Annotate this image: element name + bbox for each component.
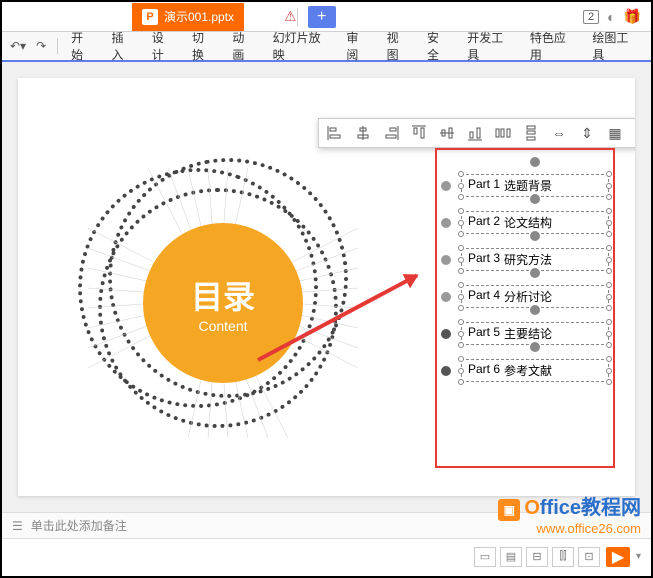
tab-design[interactable]: 设计 [144,25,182,67]
filename-label: 演示001.pptx [164,8,234,25]
tab-animation[interactable]: 动画 [224,25,262,67]
tab-developer[interactable]: 开发工具 [459,25,520,67]
play-dropdown-icon[interactable]: ▾ [636,551,641,562]
status-bar: ▭ ▤ ⊟ ⫿⫿ ⊡ ▶ ▾ [2,538,651,574]
notes-view-icon[interactable]: ⊟ [526,547,548,567]
undo-dropdown-icon[interactable]: ↶▾ [8,35,28,57]
distribute-v-icon[interactable] [521,123,541,143]
toc-row: Part 5 主要结论 [441,322,609,345]
toc-row: Part 1 选题背景 [441,174,609,197]
toc-row: Part 4 分析讨论 [441,285,609,308]
bullet-icon [441,255,451,265]
bullet-icon [441,329,451,339]
align-bottom-icon[interactable] [465,123,485,143]
bullet-icon [441,181,451,191]
sorter-view-icon[interactable]: ▤ [500,547,522,567]
slide-canvas[interactable]: 目录 Content ⇔ ⇕ ▦ ⋯ P [2,62,651,512]
equal-height-icon[interactable]: ⇕ [577,123,597,143]
part-label: Part 3 [468,251,500,268]
titlebar-right: 2 ◐ 🎁 [583,8,651,25]
bullet-icon [441,366,451,376]
watermark-badge-icon: ▣ [498,499,520,521]
rotate-handle[interactable] [530,342,540,352]
toc-textbox-6[interactable]: Part 6 参考文献 [461,359,609,382]
alignment-toolbar: ⇔ ⇕ ▦ ⋯ [318,118,635,148]
tab-view[interactable]: 视图 [379,25,417,67]
bullet-icon [441,218,451,228]
tab-security[interactable]: 安全 [419,25,457,67]
part-text: 选题背景 [504,177,552,194]
toc-row: Part 3 研究方法 [441,248,609,271]
gift-icon[interactable]: 🎁 [624,8,641,25]
tab-special[interactable]: 特色应用 [522,25,583,67]
align-middle-v-icon[interactable] [437,123,457,143]
rotate-handle[interactable] [530,194,540,204]
skin-icon[interactable]: ◐ [607,9,615,25]
rotate-handle[interactable] [530,231,540,241]
watermark-url: www.office26.com [498,521,641,536]
divider [297,8,298,26]
rotate-handle[interactable] [530,268,540,278]
separator [57,38,58,54]
align-top-icon[interactable] [409,123,429,143]
part-label: Part 5 [468,325,500,342]
snap-grid-icon[interactable]: ▦ [605,123,625,143]
part-label: Part 1 [468,177,500,194]
redo-icon[interactable]: ↷ [34,35,48,57]
watermark-brand: ▣Office教程网 [498,491,641,521]
tab-slideshow[interactable]: 幻灯片放映 [265,25,337,67]
distribute-h-icon[interactable] [493,123,513,143]
toc-row: Part 2 论文结构 [441,211,609,234]
watermark: ▣Office教程网 www.office26.com [498,491,641,536]
outline-view-icon[interactable]: ⊡ [578,547,600,567]
reading-view-icon[interactable]: ⫿⫿ [552,547,574,567]
part-text: 主要结论 [504,325,552,342]
tab-review[interactable]: 审阅 [338,25,376,67]
view-mode-group: ▭ ▤ ⊟ ⫿⫿ ⊡ [474,547,600,567]
notes-placeholder: 单击此处添加备注 [31,517,127,534]
tab-drawing-tools[interactable]: 绘图工具 [584,25,645,67]
part-label: Part 4 [468,288,500,305]
tab-insert[interactable]: 插入 [103,25,141,67]
part-text: 参考文献 [504,362,552,379]
tab-transition[interactable]: 切换 [184,25,222,67]
align-left-icon[interactable] [325,123,345,143]
normal-view-icon[interactable]: ▭ [474,547,496,567]
slideshow-play-button[interactable]: ▶ [606,547,630,567]
window-count-badge[interactable]: 2 [583,10,599,24]
more-align-icon[interactable]: ⋯ [633,123,635,143]
quick-access: ↶▾ ↷ [8,35,61,57]
equal-width-icon[interactable]: ⇔ [549,123,569,143]
ribbon-tabs: ↶▾ ↷ 开始 插入 设计 切换 动画 幻灯片放映 审阅 视图 安全 开发工具 … [2,32,651,62]
decorative-circle-graphic[interactable]: 目录 Content [78,158,368,448]
part-text: 论文结构 [504,214,552,231]
part-text: 分析讨论 [504,288,552,305]
slide-title: 目录 [191,272,255,318]
powerpoint-icon: P [142,9,158,25]
align-center-h-icon[interactable] [353,123,373,143]
part-text: 研究方法 [504,251,552,268]
align-right-icon[interactable] [381,123,401,143]
slide[interactable]: 目录 Content ⇔ ⇕ ▦ ⋯ P [18,78,635,496]
selection-highlight-box: Part 1 选题背景 Part 2 论文结构 Part 3 [435,148,615,468]
part-label: Part 2 [468,214,500,231]
part-label: Part 6 [468,362,500,379]
warning-icon[interactable]: ⚠ [284,8,297,25]
rotate-handle[interactable] [530,157,540,167]
toc-row: Part 6 参考文献 [441,359,609,382]
tab-home[interactable]: 开始 [63,25,101,67]
notes-icon: ☰ [12,519,23,533]
slide-subtitle: Content [198,318,247,334]
title-circle[interactable]: 目录 Content [143,223,303,383]
rotate-handle[interactable] [530,305,540,315]
bullet-icon [441,292,451,302]
